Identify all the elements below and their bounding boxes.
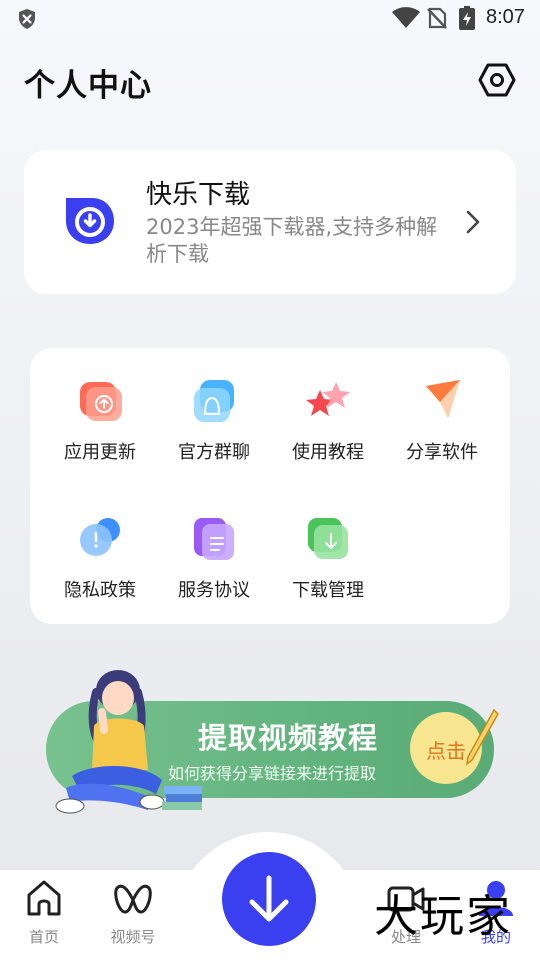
agreement-icon	[194, 518, 234, 560]
download-manage-icon	[308, 518, 348, 559]
nav-item-home[interactable]: 首页	[4, 878, 84, 956]
download-arrow-icon	[249, 875, 289, 922]
girl-illustration	[55, 670, 202, 814]
chevron-right-icon	[466, 210, 480, 234]
grid-item-service-agreement[interactable]: 服务协议	[164, 516, 264, 616]
app-info-card[interactable]: 快乐下载 2023年超强下载器,支持多种解析下载	[24, 150, 516, 294]
grid-item-download-manage[interactable]: 下载管理	[278, 516, 378, 616]
grid-item-label: 下载管理	[292, 580, 364, 601]
grid-item-app-update[interactable]: 应用更新	[50, 378, 150, 478]
grid-item-tutorial[interactable]: 使用教程	[278, 378, 378, 478]
download-fab-button[interactable]	[222, 852, 316, 946]
settings-button[interactable]	[476, 59, 518, 101]
grid-item-label: 使用教程	[292, 442, 364, 463]
grid-item-share-app[interactable]: 分享软件	[392, 378, 492, 478]
grid-item-privacy-policy[interactable]: 隐私政策	[50, 516, 150, 616]
watermark-text: 大玩家	[374, 891, 512, 942]
grid-item-label: 服务协议	[178, 580, 250, 601]
banner-title: 提取视频教程	[198, 721, 379, 755]
app-logo	[66, 198, 114, 244]
nav-label: 视频号	[110, 928, 156, 946]
app-name: 快乐下载	[146, 180, 251, 210]
page-title: 个人中心	[24, 68, 152, 104]
wifi-icon	[392, 7, 420, 28]
app-description: 2023年超强下载器,支持多种解析下载	[146, 215, 438, 266]
update-icon	[80, 382, 122, 421]
hexagon-settings-icon	[478, 63, 516, 97]
grid-item-official-group[interactable]: 官方群聊	[164, 378, 264, 478]
home-icon	[27, 880, 61, 916]
pencil-icon	[465, 708, 499, 766]
grid-item-label: 官方群聊	[178, 442, 250, 463]
nav-item-video-channel[interactable]: 视频号	[93, 878, 173, 956]
shield-icon	[19, 9, 35, 29]
nav-label: 首页	[28, 928, 59, 946]
video-channel-icon	[114, 884, 152, 914]
no-sim-icon	[427, 7, 447, 29]
star-icon	[306, 382, 350, 416]
grid-item-label: 分享软件	[406, 442, 478, 463]
status-time: 8:07	[486, 6, 525, 28]
status-bar: 8:07	[0, 0, 540, 36]
privacy-icon	[80, 518, 120, 556]
grid-item-label: 隐私政策	[64, 580, 136, 601]
share-plane-icon	[426, 380, 460, 418]
grid-item-label: 应用更新	[64, 442, 136, 463]
group-chat-icon	[194, 380, 234, 422]
feature-grid: 应用更新 官方群聊 使用教程 分享软件 隐私政策 服务协议 下载管理	[30, 348, 510, 624]
battery-charging-icon	[459, 6, 475, 30]
